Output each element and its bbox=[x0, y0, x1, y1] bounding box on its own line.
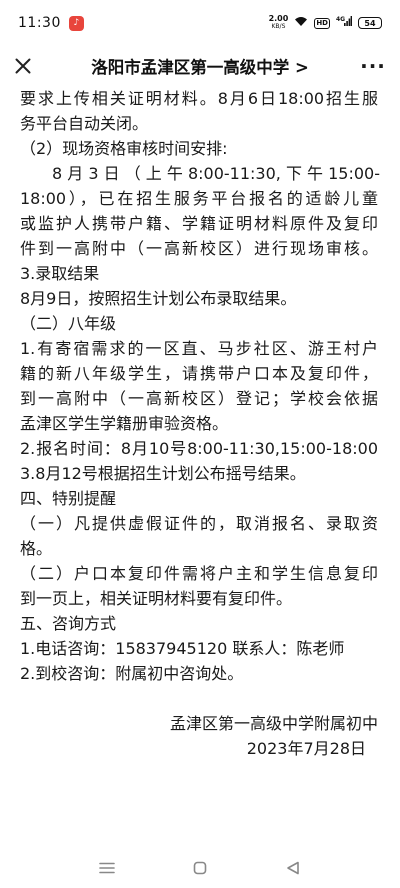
paragraph-line: 2.报名时间：8月10号8:00-11:30,15:00-18:00 bbox=[20, 439, 378, 458]
paragraph-line: 或监护人携带户籍、学籍证明材料原件及复印 bbox=[20, 214, 378, 233]
back-button[interactable] bbox=[278, 858, 308, 878]
network-speed: 2.00 KB/S bbox=[269, 15, 289, 31]
signal-icon: 4G bbox=[336, 15, 352, 31]
paragraph-line: 3.8月12号根据招生计划公布摇号结果。 bbox=[20, 464, 306, 483]
paragraph-line: 到一页上，相关证明材料要有复印件。 bbox=[20, 589, 293, 608]
signature-school: 孟津区第一高级中学附属初中 bbox=[169, 714, 378, 733]
section-heading: 四、特别提醒 bbox=[20, 489, 117, 508]
section-heading: 3.录取结果 bbox=[20, 264, 100, 283]
nav-header: 洛阳市孟津区第一高级中学 > ··· bbox=[0, 46, 400, 86]
home-icon bbox=[193, 861, 207, 875]
signature-date: 2023年7月28日 bbox=[246, 739, 366, 758]
more-options-button[interactable]: ··· bbox=[360, 53, 386, 79]
paragraph-line: 1.有寄宿需求的一区直、马步社区、游王村户 bbox=[20, 339, 378, 358]
menu-button[interactable] bbox=[92, 858, 122, 878]
paragraph-line: （二）户口本复印件需将户主和学生信息复印 bbox=[20, 564, 378, 583]
paragraph-line: 2.到校咨询：附属初中咨询处。 bbox=[20, 664, 244, 683]
paragraph-line: 务平台自动关闭。 bbox=[20, 114, 149, 133]
back-icon bbox=[287, 861, 300, 875]
system-nav-bar bbox=[0, 848, 400, 888]
article-body: 要求上传相关证明材料。8月6日18:00招生服 务平台自动关闭。 （2）现场资格… bbox=[0, 86, 400, 761]
paragraph-line: 件到一高附中（一高新校区）进行现场审核。 bbox=[20, 239, 378, 258]
battery-indicator: 54 bbox=[358, 17, 382, 29]
music-app-icon: ♪ bbox=[68, 15, 84, 31]
network-speed-unit: KB/S bbox=[271, 23, 286, 30]
status-bar: 11:30 ♪ 2.00 KB/S HD 4G 54 bbox=[0, 0, 400, 46]
menu-icon bbox=[98, 862, 115, 874]
paragraph-line: （2）现场资格审核时间安排: bbox=[20, 139, 228, 158]
home-button[interactable] bbox=[185, 858, 215, 878]
account-title[interactable]: 洛阳市孟津区第一高级中学 > bbox=[0, 54, 400, 78]
chevron-right-icon: > bbox=[294, 58, 309, 77]
status-icons: 2.00 KB/S HD 4G 54 bbox=[269, 15, 382, 31]
paragraph-line: 籍的新八年级学生，请携带户口本及复印件， bbox=[20, 364, 378, 383]
status-time: 11:30 bbox=[18, 15, 61, 31]
paragraph-line: 要求上传相关证明材料。8月6日18:00招生服 bbox=[20, 89, 378, 108]
paragraph-line: （一）凡提供虚假证件的，取消报名、录取资 bbox=[20, 514, 378, 533]
network-speed-value: 2.00 bbox=[268, 14, 289, 23]
phone-contact-line: 1.电话咨询：15837945120 联系人：陈老师 bbox=[20, 639, 345, 658]
paragraph-line: 孟津区学生学籍册审验资格。 bbox=[20, 414, 229, 433]
section-heading: （二）八年级 bbox=[20, 314, 117, 333]
more-icon: ··· bbox=[360, 54, 386, 78]
wifi-icon bbox=[294, 15, 308, 31]
paragraph-line: 格。 bbox=[20, 539, 53, 558]
account-title-text: 洛阳市孟津区第一高级中学 bbox=[91, 58, 290, 77]
paragraph-line: 8 月 3 日 （ 上 午 8:00-11:30, 下 午 15:00- bbox=[20, 164, 381, 183]
svg-text:4G: 4G bbox=[336, 16, 345, 23]
section-heading: 五、咨询方式 bbox=[20, 614, 117, 633]
paragraph-line: 18:00），已在招生服务平台报名的适龄儿童 bbox=[20, 189, 378, 208]
paragraph-line: 到一高附中（一高新校区）登记；学校会依据 bbox=[20, 389, 378, 408]
hd-badge: HD bbox=[314, 17, 330, 29]
paragraph-line: 8月9日，按照招生计划公布录取结果。 bbox=[20, 289, 297, 308]
